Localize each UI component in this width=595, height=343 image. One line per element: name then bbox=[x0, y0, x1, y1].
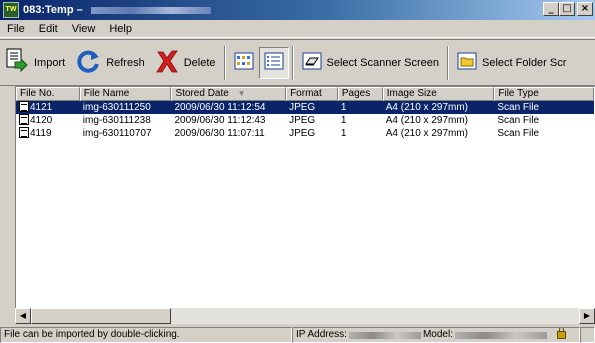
table-row[interactable]: 4119 img-630110707 2009/06/30 11:07:11 J… bbox=[16, 127, 594, 140]
size-grip[interactable] bbox=[580, 327, 595, 343]
cell-file-no: 4119 bbox=[16, 127, 80, 140]
cell-file-type: Scan File bbox=[497, 102, 540, 113]
delete-label: Delete bbox=[183, 56, 216, 69]
column-header-pages[interactable]: Pages bbox=[337, 87, 383, 101]
import-button[interactable]: Import bbox=[0, 45, 70, 81]
cell-image-size: A4 (210 x 297mm) bbox=[385, 102, 468, 113]
table-row[interactable]: 4120 img-630111238 2009/06/30 11:12:43 J… bbox=[16, 114, 594, 127]
column-header-file-name[interactable]: File Name bbox=[79, 87, 172, 101]
ip-address-redacted bbox=[348, 331, 421, 339]
cell-pages: 1 bbox=[340, 128, 347, 139]
window-title: 083:Temp – bbox=[23, 4, 83, 16]
refresh-label: Refresh bbox=[106, 56, 145, 69]
status-connection: IP Address: Model: bbox=[292, 327, 580, 343]
scanner-icon bbox=[302, 52, 322, 73]
menu-help[interactable]: Help bbox=[102, 23, 139, 35]
file-no-value: 4119 bbox=[30, 128, 52, 139]
file-list[interactable]: File No. File Name Stored Date ▼ Format … bbox=[15, 86, 595, 324]
cell-file-name: img-630110707 bbox=[82, 128, 152, 139]
folder-icon bbox=[457, 52, 477, 73]
scrollbar-thumb[interactable] bbox=[31, 308, 171, 324]
cell-stored-date: 2009/06/30 11:12:54 bbox=[174, 102, 266, 113]
list-header: File No. File Name Stored Date ▼ Format … bbox=[16, 87, 594, 101]
file-icon bbox=[19, 127, 29, 138]
app-icon: TW bbox=[3, 2, 19, 18]
menu-bar: File Edit View Help bbox=[0, 20, 595, 38]
cell-file-name: img-630111250 bbox=[82, 102, 151, 113]
model-redacted bbox=[454, 331, 547, 339]
file-no-value: 4120 bbox=[30, 115, 53, 126]
import-icon bbox=[5, 48, 29, 77]
column-header-format[interactable]: Format bbox=[286, 87, 338, 101]
table-row[interactable]: 4121 img-630111250 2009/06/30 11:12:54 J… bbox=[16, 101, 594, 114]
lock-icon bbox=[556, 328, 566, 339]
thumbnail-view-button[interactable] bbox=[229, 47, 259, 79]
file-icon bbox=[19, 114, 29, 125]
import-label: Import bbox=[34, 56, 66, 69]
column-header-stored-date[interactable]: Stored Date ▼ bbox=[171, 87, 287, 101]
scrollbar-track[interactable] bbox=[171, 308, 579, 324]
cell-image-size: A4 (210 x 297mm) bbox=[385, 128, 468, 139]
title-redacted-text bbox=[90, 6, 211, 14]
column-header-stored-date-label: Stored Date bbox=[175, 88, 229, 99]
cell-pages: 1 bbox=[340, 115, 347, 126]
select-folder-label: Select Folder Scr bbox=[482, 56, 567, 69]
close-button[interactable]: × bbox=[577, 2, 593, 16]
sort-descending-icon: ▼ bbox=[237, 89, 246, 98]
cell-stored-date: 2009/06/30 11:07:11 bbox=[174, 128, 265, 139]
details-view-button[interactable] bbox=[258, 46, 289, 79]
minimize-button[interactable]: _ bbox=[543, 2, 559, 16]
toolbar: Import Refresh Delete Select Scanner Scr… bbox=[0, 39, 595, 86]
cell-file-no: 4121 bbox=[16, 101, 80, 114]
horizontal-scrollbar[interactable]: ◀ ▶ bbox=[15, 308, 595, 324]
cell-format: JPEG bbox=[289, 102, 316, 113]
maximize-button[interactable]: □ bbox=[559, 2, 575, 16]
toolbar-separator bbox=[447, 45, 450, 80]
column-header-file-type[interactable]: File Type bbox=[494, 87, 594, 101]
delete-button[interactable]: Delete bbox=[150, 45, 221, 81]
file-no-value: 4121 bbox=[30, 102, 53, 113]
ip-address-label: IP Address: bbox=[296, 329, 347, 340]
cell-format: JPEG bbox=[289, 128, 316, 139]
column-header-image-size[interactable]: Image Size bbox=[382, 87, 495, 101]
details-view-icon bbox=[264, 52, 284, 73]
cell-file-no: 4120 bbox=[16, 114, 80, 127]
toolbar-separator bbox=[291, 45, 294, 80]
toolbar-separator bbox=[223, 45, 226, 80]
scroll-right-button[interactable]: ▶ bbox=[579, 308, 595, 324]
cell-format: JPEG bbox=[289, 115, 316, 126]
menu-edit[interactable]: Edit bbox=[32, 23, 65, 35]
menu-view[interactable]: View bbox=[65, 23, 103, 35]
thumbnail-view-icon bbox=[234, 52, 254, 73]
refresh-icon bbox=[75, 48, 101, 77]
scroll-left-button[interactable]: ◀ bbox=[15, 308, 31, 324]
select-folder-screen-button[interactable]: Select Folder Scr bbox=[452, 45, 571, 81]
delete-icon bbox=[155, 48, 179, 77]
cell-file-type: Scan File bbox=[497, 128, 540, 139]
cell-image-size: A4 (210 x 297mm) bbox=[385, 115, 468, 126]
menu-file[interactable]: File bbox=[0, 23, 32, 35]
status-hint: File can be imported by double-clicking. bbox=[0, 327, 292, 343]
cell-stored-date: 2009/06/30 11:12:43 bbox=[174, 115, 266, 126]
select-scanner-label: Select Scanner Screen bbox=[326, 56, 440, 69]
status-bar: File can be imported by double-clicking.… bbox=[0, 327, 595, 343]
refresh-button[interactable]: Refresh bbox=[70, 45, 150, 81]
title-bar[interactable]: TW 083:Temp – _ □ × bbox=[0, 0, 595, 20]
cell-file-name: img-630111238 bbox=[82, 115, 151, 126]
model-label: Model: bbox=[422, 329, 453, 340]
file-icon bbox=[19, 101, 29, 112]
select-scanner-screen-button[interactable]: Select Scanner Screen bbox=[297, 45, 445, 81]
cell-file-type: Scan File bbox=[497, 115, 540, 126]
cell-pages: 1 bbox=[340, 102, 347, 113]
column-header-file-no[interactable]: File No. bbox=[16, 87, 80, 101]
